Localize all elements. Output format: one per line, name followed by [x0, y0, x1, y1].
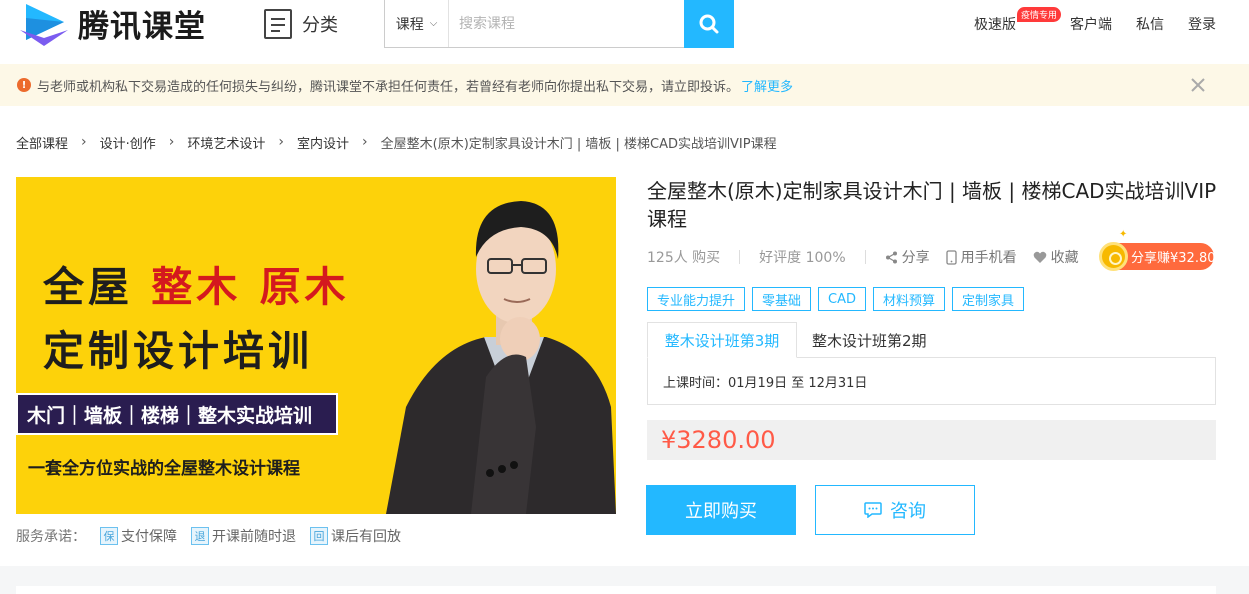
search-icon — [699, 14, 719, 34]
banner-highlight-box: 木门｜墙板｜楼梯｜整木实战培训 — [16, 393, 338, 435]
chat-icon — [864, 502, 882, 518]
service-item: 回 课后有回放 — [310, 526, 401, 546]
course-cover-image: 全屋 整木 原木 定制设计培训 木门｜墙板｜楼梯｜整木实战培训 一套全方位实战的… — [16, 177, 616, 514]
breadcrumb-current: 全屋整木(原木)定制家具设计木门 | 墙板 | 楼梯CAD实战培训VIP课程 — [380, 136, 777, 152]
consult-button[interactable]: 咨询 — [815, 485, 975, 535]
chevron-right-icon: › — [81, 134, 87, 150]
favorite-button[interactable]: 收藏 — [1033, 247, 1079, 267]
heart-icon — [1033, 251, 1046, 263]
divider — [864, 250, 866, 264]
play-logo-icon — [20, 4, 68, 46]
breadcrumb-item[interactable]: 全部课程 — [16, 133, 68, 152]
search-type-select[interactable]: 课程 ⌵ — [385, 0, 449, 47]
buy-now-button[interactable]: 立即购买 — [646, 485, 796, 535]
chevron-right-icon: › — [168, 134, 175, 150]
learn-more-link[interactable]: 了解更多 — [741, 76, 793, 95]
course-stats: 125人 购买 好评度 100% 分享 用手机看 收藏 — [647, 246, 1095, 268]
course-tag[interactable]: 定制家具 — [952, 287, 1025, 311]
search-input[interactable] — [449, 0, 684, 47]
epidemic-badge: 疫情专用 — [1017, 7, 1062, 22]
course-tag[interactable]: CAD — [818, 287, 867, 311]
chevron-right-icon: › — [278, 134, 284, 150]
top-header: 腾讯课堂 分类 课程 ⌵ 极速版 疫情专用 客户端 私信 登录 — [0, 0, 1249, 64]
class-schedule: 上课时间：01月19日 至 12月31日 — [647, 357, 1216, 405]
share-button[interactable]: 分享 — [885, 247, 930, 267]
tab-class-3[interactable]: 整木设计班第3期 — [647, 322, 797, 358]
service-item: 退 开课前随时退 — [191, 526, 296, 546]
divider — [739, 250, 741, 264]
share-earn-button[interactable]: 分享赚¥32.80 — [1099, 242, 1216, 271]
course-tag[interactable]: 材料预算 — [873, 287, 946, 311]
breadcrumb-item[interactable]: 室内设计 — [297, 133, 349, 152]
mobile-icon — [946, 249, 957, 265]
course-title: 全屋整木(原木)定制家具设计木门 | 墙板 | 楼梯CAD实战培训VIP课程 — [647, 179, 1217, 231]
banner-line-2: 定制设计培训 — [43, 327, 313, 375]
payment-guarantee-icon: 保 — [100, 527, 118, 545]
brand-logo[interactable]: 腾讯课堂 — [16, 0, 206, 46]
nav-client[interactable]: 客户端 — [1070, 14, 1112, 34]
course-tags: 专业能力提升 零基础 CAD 材料预算 定制家具 — [647, 287, 1031, 311]
instructor-portrait — [386, 201, 616, 514]
course-price: ¥3280.00 — [661, 426, 776, 454]
search-bar: 课程 ⌵ — [384, 0, 734, 48]
search-button[interactable] — [684, 0, 734, 48]
category-button[interactable]: 分类 — [264, 8, 338, 40]
notice-bar: ! 与老师或机构私下交易造成的任何损失与纠纷，腾讯课堂不承担任何责任，若曾经有老… — [0, 64, 1249, 106]
service-promise: 服务承诺： 保 支付保障 退 开课前随时退 回 课后有回放 — [16, 525, 401, 547]
price-box: ¥3280.00 — [647, 420, 1216, 460]
course-tag[interactable]: 专业能力提升 — [647, 287, 746, 311]
nav-messages[interactable]: 私信 — [1136, 14, 1164, 34]
banner-line-3: 一套全方位实战的全屋整木设计课程 — [28, 459, 300, 479]
refund-icon: 退 — [191, 527, 209, 545]
list-icon — [264, 9, 292, 39]
chevron-down-icon: ⌵ — [429, 18, 438, 29]
nav-login[interactable]: 登录 — [1188, 14, 1216, 34]
content-card — [16, 586, 1216, 594]
watch-on-mobile-button[interactable]: 用手机看 — [946, 247, 1017, 267]
service-item: 保 支付保障 — [100, 526, 177, 546]
brand-name: 腾讯课堂 — [78, 8, 206, 45]
search-type-label: 课程 — [395, 16, 424, 33]
breadcrumb: 全部课程 › 设计·创作 › 环境艺术设计 › 室内设计 › 全屋整木(原木)定… — [16, 132, 777, 152]
sparkle-icon: ✦ — [1119, 229, 1128, 240]
rating: 好评度 100% — [759, 250, 846, 266]
notice-text: 与老师或机构私下交易造成的任何损失与纠纷，腾讯课堂不承担任何责任，若曾经有老师向… — [37, 79, 740, 95]
buyer-count: 125人 购买 — [647, 250, 721, 266]
warning-icon: ! — [17, 78, 31, 92]
chevron-right-icon: › — [362, 134, 368, 150]
category-label: 分类 — [302, 15, 338, 36]
banner-line-1: 全屋 整木 原木 — [43, 263, 350, 311]
service-label: 服务承诺： — [16, 529, 86, 545]
share-icon — [885, 251, 897, 263]
nav-fast-version[interactable]: 极速版 — [974, 14, 1016, 34]
breadcrumb-item[interactable]: 环境艺术设计 — [187, 133, 265, 152]
coin-icon — [1099, 242, 1128, 271]
close-icon[interactable] — [1188, 75, 1208, 95]
course-tag[interactable]: 零基础 — [752, 287, 812, 311]
class-tabs: 整木设计班第3期 整木设计班第2期 — [647, 322, 1216, 358]
breadcrumb-item[interactable]: 设计·创作 — [100, 133, 156, 152]
tab-class-2[interactable]: 整木设计班第2期 — [812, 322, 927, 358]
replay-icon: 回 — [310, 527, 328, 545]
